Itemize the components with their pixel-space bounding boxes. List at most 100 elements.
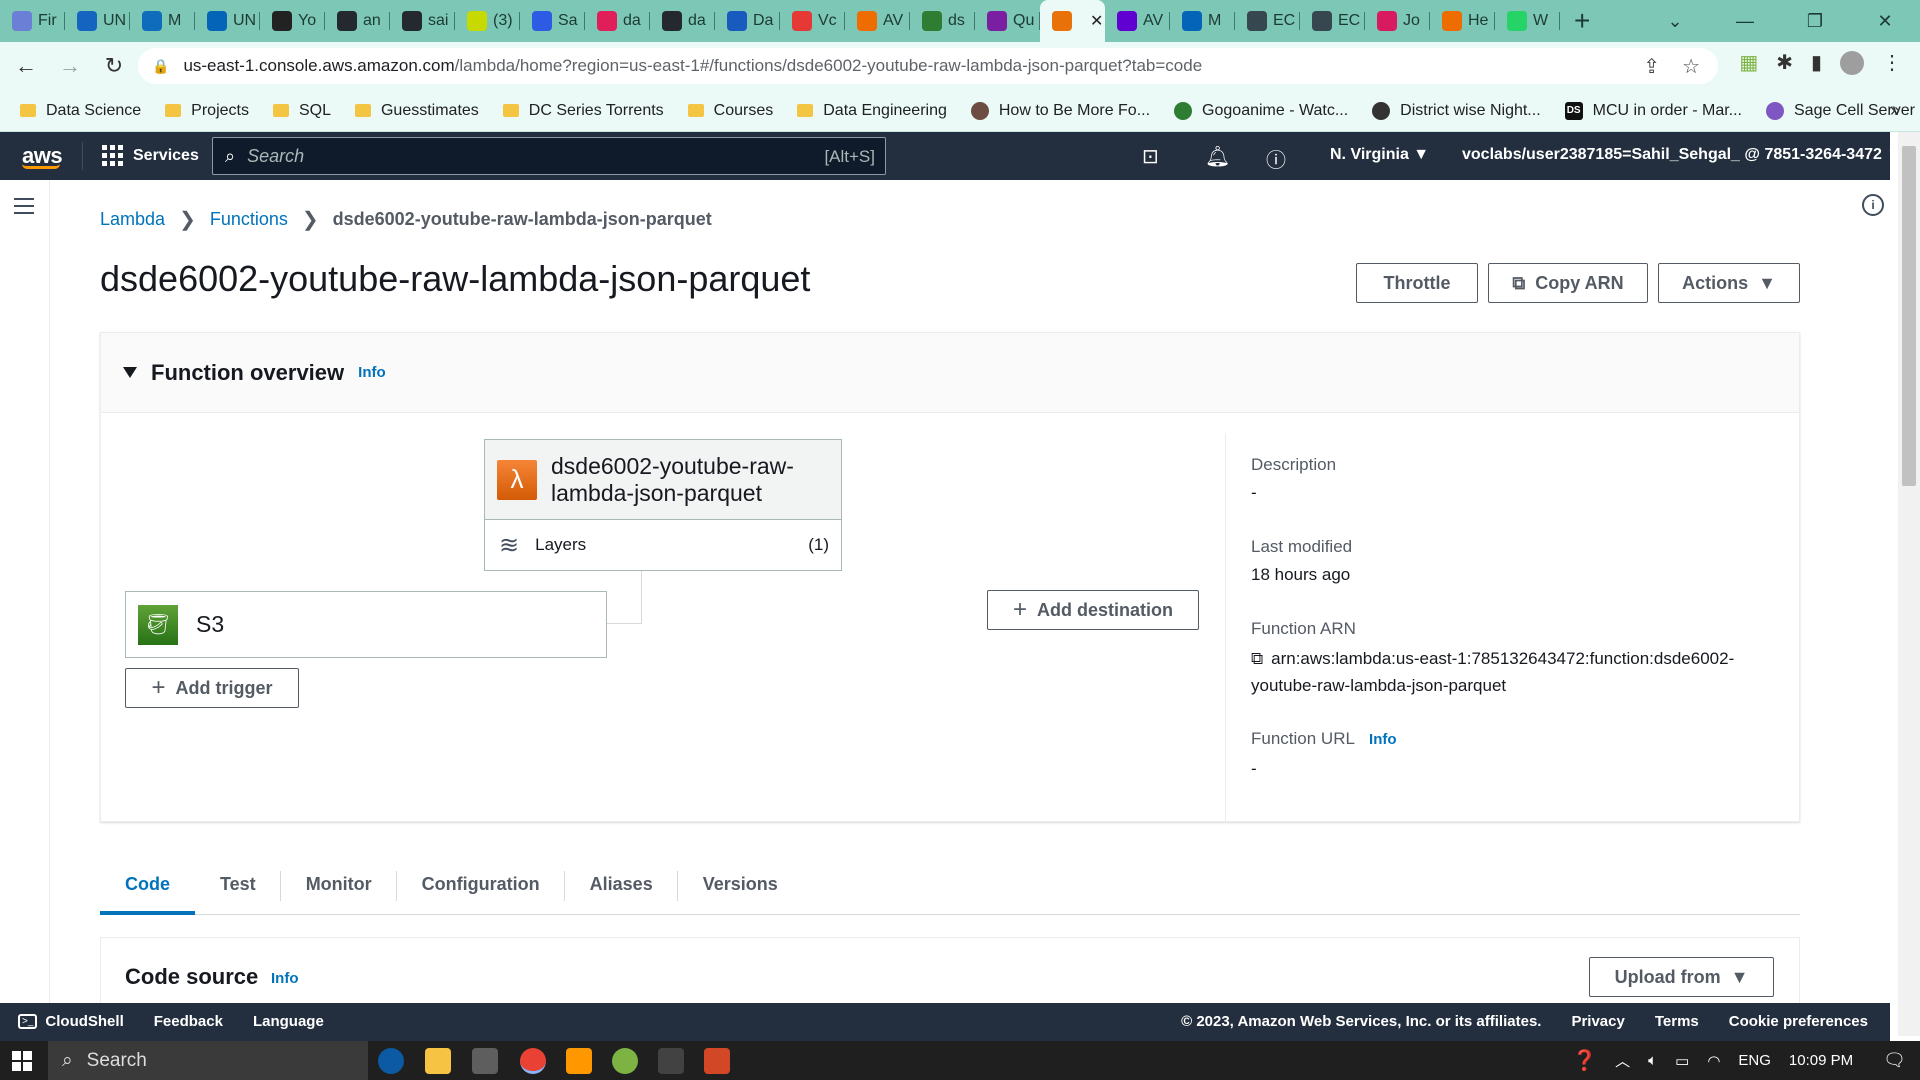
browser-tab[interactable]: sai xyxy=(390,0,455,42)
bookmark-item[interactable]: Data Science xyxy=(20,102,141,120)
browser-tab[interactable]: ds xyxy=(910,0,975,42)
browser-tab[interactable]: W xyxy=(1495,0,1560,42)
throttle-button[interactable]: Throttle xyxy=(1356,263,1478,303)
actions-button[interactable]: Actions ▼ xyxy=(1658,263,1800,303)
upload-from-button[interactable]: Upload from ▼ xyxy=(1589,957,1774,997)
browser-tab[interactable]: da xyxy=(585,0,650,42)
collapse-caret-icon[interactable] xyxy=(123,367,137,378)
wifi-icon[interactable]: ◠ xyxy=(1707,1052,1720,1070)
share-icon[interactable]: ⇪ xyxy=(1643,54,1660,79)
bookmark-item[interactable]: How to Be More Fo... xyxy=(970,101,1150,120)
layers-row[interactable]: ≋ Layers (1) xyxy=(485,520,841,570)
bookmark-item[interactable]: Projects xyxy=(165,102,249,120)
bookmark-item[interactable]: Data Engineering xyxy=(797,102,947,120)
browser-tab[interactable]: EC xyxy=(1300,0,1365,42)
account-menu[interactable]: voclabs/user2387185=Sahil_Sehgal_ @ 7851… xyxy=(1462,146,1902,164)
bookmark-item[interactable]: SQL xyxy=(272,102,331,120)
windows-start-icon[interactable] xyxy=(12,1051,32,1071)
copy-arn-button[interactable]: ⧉ Copy ARN xyxy=(1488,263,1648,303)
notification-center-icon[interactable]: 🗨︎ xyxy=(1883,1050,1906,1071)
utorrent-icon[interactable] xyxy=(612,1048,638,1074)
help-icon[interactable]: ⓘ xyxy=(1266,144,1286,173)
browser-tab[interactable]: Qu xyxy=(975,0,1040,42)
browser-tab[interactable]: UN xyxy=(65,0,130,42)
bookmark-item[interactable]: District wise Night... xyxy=(1372,101,1541,120)
battery-icon[interactable]: ▭ xyxy=(1675,1052,1689,1070)
cloudshell-icon[interactable]: ⊡ xyxy=(1142,144,1159,169)
close-window-button[interactable]: ✕ xyxy=(1850,11,1920,32)
menu-icon[interactable]: ⋮ xyxy=(1882,50,1902,75)
browser-tab[interactable]: Da xyxy=(715,0,780,42)
bookmark-item[interactable]: Gogoanime - Watc... xyxy=(1174,101,1348,120)
puzzle-icon[interactable]: ✱ xyxy=(1776,50,1793,75)
browser-tab[interactable]: Yo xyxy=(260,0,325,42)
terms-link[interactable]: Terms xyxy=(1655,1013,1699,1030)
browser-tab[interactable]: UN xyxy=(195,0,260,42)
copy-icon[interactable]: ⧉ xyxy=(1251,649,1263,668)
scrollbar-thumb[interactable] xyxy=(1902,146,1916,486)
browser-tab[interactable]: Jo xyxy=(1365,0,1430,42)
breadcrumb-functions[interactable]: Functions xyxy=(210,209,288,230)
search-input[interactable]: ⌕ Search [Alt+S] xyxy=(212,137,886,175)
browser-tab[interactable]: He xyxy=(1430,0,1495,42)
tab-code[interactable]: Code xyxy=(100,855,195,915)
s3-trigger-node[interactable]: 🪣︎ S3 xyxy=(125,591,607,658)
bookmarks-overflow-icon[interactable]: » xyxy=(1890,100,1900,121)
terminal-icon[interactable] xyxy=(658,1048,684,1074)
store-icon[interactable] xyxy=(472,1048,498,1074)
address-bar[interactable]: 🔒 us-east-1.console.aws.amazon.com /lamb… xyxy=(138,48,1718,84)
browser-tab[interactable]: EC xyxy=(1235,0,1300,42)
region-selector[interactable]: N. Virginia ▼ xyxy=(1330,146,1429,164)
bookmark-item[interactable]: Guesstimates xyxy=(354,102,479,120)
breadcrumb-lambda[interactable]: Lambda xyxy=(100,209,165,230)
language-indicator[interactable]: ENG xyxy=(1738,1052,1771,1069)
bookmark-item[interactable]: Courses xyxy=(687,102,773,120)
side-panel-icon[interactable]: ▮ xyxy=(1811,50,1822,75)
browser-tab[interactable]: M xyxy=(1170,0,1235,42)
browser-tab[interactable]: M xyxy=(130,0,195,42)
browser-tab[interactable]: Fir xyxy=(0,0,65,42)
chevron-up-icon[interactable]: ︿ xyxy=(1615,1050,1630,1071)
tab-aliases[interactable]: Aliases xyxy=(565,855,678,915)
notifications-bell-icon[interactable]: 🔔︎ xyxy=(1205,144,1230,169)
new-tab-button[interactable]: + xyxy=(1574,5,1604,37)
help-icon[interactable]: ❓ xyxy=(1572,1048,1597,1073)
bookmark-item[interactable]: DC Series Torrents xyxy=(502,102,664,120)
page-scrollbar[interactable] xyxy=(1898,132,1920,1036)
browser-tab[interactable]: da xyxy=(650,0,715,42)
chrome-icon[interactable] xyxy=(520,1048,546,1074)
tab-search-icon[interactable]: ⌄ xyxy=(1640,11,1710,32)
browser-tab[interactable]: (3) xyxy=(455,0,520,42)
services-menu-button[interactable]: Services xyxy=(102,145,199,166)
browser-tab[interactable]: AV xyxy=(845,0,910,42)
feedback-link[interactable]: Feedback xyxy=(154,1013,223,1030)
powerpoint-icon[interactable] xyxy=(704,1048,730,1074)
profile-avatar[interactable] xyxy=(1840,50,1864,75)
tab-configuration[interactable]: Configuration xyxy=(397,855,565,915)
maximize-button[interactable]: ❐ xyxy=(1780,11,1850,32)
close-tab-icon[interactable]: ✕ xyxy=(1090,11,1103,31)
extension-icon[interactable]: ▦ xyxy=(1739,50,1758,75)
add-destination-button[interactable]: + Add destination xyxy=(987,590,1199,630)
cookie-preferences-link[interactable]: Cookie preferences xyxy=(1729,1013,1868,1030)
browser-tab[interactable]: Vc xyxy=(780,0,845,42)
function-node[interactable]: λ dsde6002-youtube-raw- lambda-json-parq… xyxy=(484,439,842,571)
browser-tab[interactable]: Sa xyxy=(520,0,585,42)
language-link[interactable]: Language xyxy=(253,1013,324,1030)
lock-icon[interactable]: 🔒 xyxy=(152,58,169,75)
add-trigger-button[interactable]: + Add trigger xyxy=(125,668,299,708)
tab-monitor[interactable]: Monitor xyxy=(281,855,397,915)
function-overview-header[interactable]: Function overview Info xyxy=(101,333,1799,413)
code-source-info-link[interactable]: Info xyxy=(271,970,299,987)
edge-icon[interactable] xyxy=(378,1048,404,1074)
tab-test[interactable]: Test xyxy=(195,855,281,915)
browser-tab[interactable]: an xyxy=(325,0,390,42)
file-explorer-icon[interactable] xyxy=(425,1048,451,1074)
info-link[interactable]: Info xyxy=(358,364,386,381)
bookmark-item[interactable]: DS MCU in order - Mar... xyxy=(1564,101,1742,120)
reload-icon[interactable]: ↻ xyxy=(96,53,132,79)
tab-versions[interactable]: Versions xyxy=(678,855,803,915)
taskbar-search-input[interactable]: ⌕ Search xyxy=(48,1041,368,1080)
sublime-icon[interactable] xyxy=(566,1048,592,1074)
clock[interactable]: 10:09 PM xyxy=(1789,1052,1853,1069)
